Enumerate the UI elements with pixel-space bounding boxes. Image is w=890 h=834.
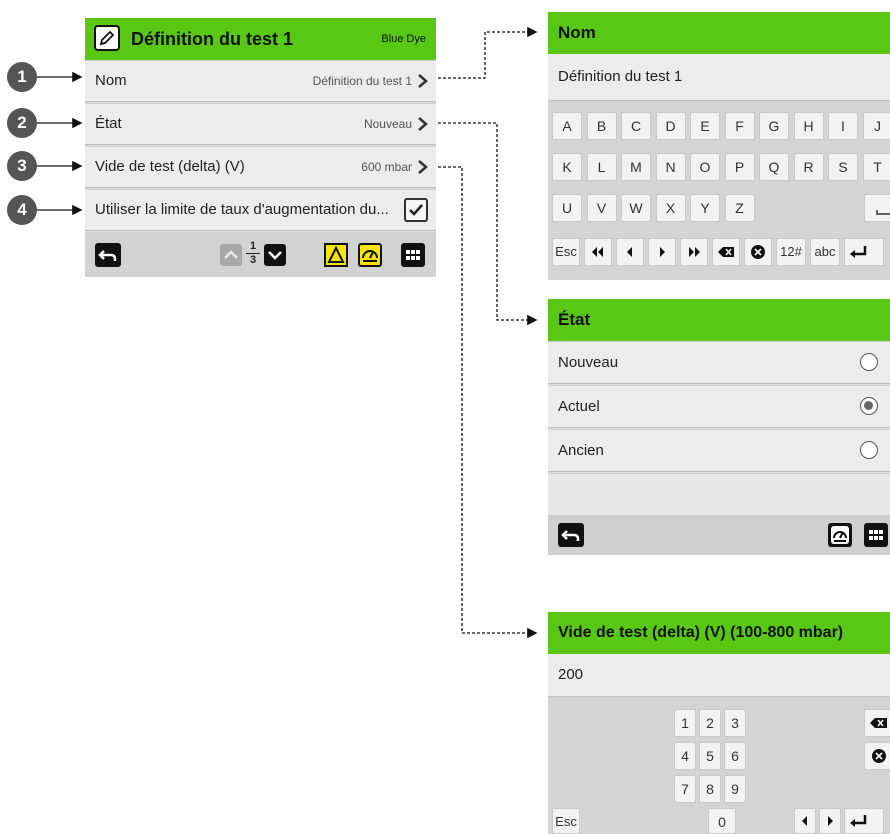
key-v[interactable]: V — [586, 194, 617, 222]
key-0[interactable]: 0 — [708, 808, 736, 834]
etat-toolbar — [548, 515, 890, 555]
left-arrow-icon — [802, 816, 807, 826]
space-icon — [876, 210, 890, 215]
option-label: Nouveau — [558, 354, 619, 371]
etat-panel: État Nouveau Actuel Ancien — [548, 299, 890, 555]
option-actuel[interactable]: Actuel — [548, 385, 890, 427]
backspace-key[interactable] — [712, 238, 740, 266]
key-u[interactable]: U — [552, 194, 582, 222]
option-label: Actuel — [558, 398, 600, 415]
key-y[interactable]: Y — [690, 194, 720, 222]
esc-key[interactable]: Esc — [552, 808, 580, 834]
back-button[interactable] — [558, 523, 584, 547]
option-nouveau[interactable]: Nouveau — [548, 341, 890, 383]
left-arrow-icon — [627, 247, 632, 257]
backspace-icon — [718, 247, 734, 257]
first-key[interactable] — [584, 238, 612, 266]
key-7[interactable]: 7 — [674, 775, 696, 803]
empty-row — [548, 473, 890, 516]
right-key[interactable] — [648, 238, 676, 266]
key-p[interactable]: P — [724, 153, 755, 181]
key-5[interactable]: 5 — [699, 742, 721, 770]
vide-keypad-panel: Vide de test (delta) (V) (100-800 mbar) … — [548, 612, 890, 834]
option-label: Ancien — [558, 442, 604, 459]
option-ancien[interactable]: Ancien — [548, 429, 890, 471]
esc-key[interactable]: Esc — [552, 238, 580, 266]
clear-icon — [872, 749, 886, 763]
nom-input[interactable]: Définition du test 1 — [548, 54, 890, 101]
key-j[interactable]: J — [862, 112, 890, 140]
key-z[interactable]: Z — [724, 194, 755, 222]
double-right-icon — [689, 247, 700, 257]
clear-key[interactable] — [864, 742, 890, 770]
key-a[interactable]: A — [552, 112, 582, 140]
symbols-key[interactable]: 12# — [776, 238, 806, 266]
left-key[interactable] — [616, 238, 644, 266]
key-e[interactable]: E — [690, 112, 720, 140]
gauge-button[interactable] — [828, 523, 852, 547]
key-s[interactable]: S — [828, 153, 858, 181]
right-arrow-icon — [828, 816, 833, 826]
key-2[interactable]: 2 — [699, 709, 721, 737]
key-t[interactable]: T — [862, 153, 890, 181]
enter-icon — [850, 246, 867, 258]
left-key[interactable] — [794, 808, 816, 834]
vide-title: Vide de test (delta) (V) (100-800 mbar) — [558, 624, 844, 641]
etat-header: État — [548, 299, 890, 341]
backspace-key[interactable] — [864, 709, 890, 737]
key-h[interactable]: H — [793, 112, 824, 140]
grid-icon — [869, 530, 883, 540]
clear-icon — [751, 245, 765, 259]
nom-keyboard-panel: Nom Définition du test 1 ABCDEFGHIJ KLMN… — [548, 12, 890, 280]
key-6[interactable]: 6 — [724, 742, 746, 770]
key-k[interactable]: K — [552, 153, 582, 181]
enter-key[interactable] — [844, 808, 884, 834]
nom-title: Nom — [558, 23, 596, 42]
space-key[interactable] — [864, 194, 890, 222]
etat-title: État — [558, 310, 591, 329]
enter-icon — [850, 815, 867, 827]
double-left-icon — [592, 247, 603, 257]
last-key[interactable] — [680, 238, 708, 266]
key-1[interactable]: 1 — [674, 709, 696, 737]
right-arrow-icon — [660, 247, 665, 257]
radio-button-selected[interactable] — [860, 397, 878, 415]
clear-key[interactable] — [744, 238, 772, 266]
key-d[interactable]: D — [655, 112, 686, 140]
right-key[interactable] — [819, 808, 841, 834]
key-n[interactable]: N — [655, 153, 686, 181]
key-w[interactable]: W — [621, 194, 651, 222]
key-9[interactable]: 9 — [724, 775, 746, 803]
key-x[interactable]: X — [655, 194, 686, 222]
enter-key[interactable] — [844, 238, 884, 266]
key-g[interactable]: G — [759, 112, 789, 140]
key-8[interactable]: 8 — [699, 775, 721, 803]
abc-key[interactable]: abc — [810, 238, 840, 266]
key-3[interactable]: 3 — [724, 709, 746, 737]
menu-grid-button[interactable] — [864, 523, 888, 547]
key-i[interactable]: I — [828, 112, 858, 140]
gauge-icon — [831, 526, 849, 544]
nom-header: Nom — [548, 12, 890, 54]
key-q[interactable]: Q — [759, 153, 789, 181]
key-r[interactable]: R — [793, 153, 824, 181]
back-arrow-icon — [561, 530, 580, 541]
vide-input[interactable]: 200 — [548, 654, 890, 697]
vide-header: Vide de test (delta) (V) (100-800 mbar) — [548, 612, 890, 654]
radio-button[interactable] — [860, 441, 878, 459]
key-f[interactable]: F — [724, 112, 755, 140]
key-c[interactable]: C — [621, 112, 651, 140]
key-o[interactable]: O — [690, 153, 720, 181]
key-m[interactable]: M — [621, 153, 651, 181]
key-l[interactable]: L — [586, 153, 617, 181]
key-b[interactable]: B — [586, 112, 617, 140]
radio-button[interactable] — [860, 353, 878, 371]
key-4[interactable]: 4 — [674, 742, 696, 770]
backspace-icon — [870, 718, 887, 728]
